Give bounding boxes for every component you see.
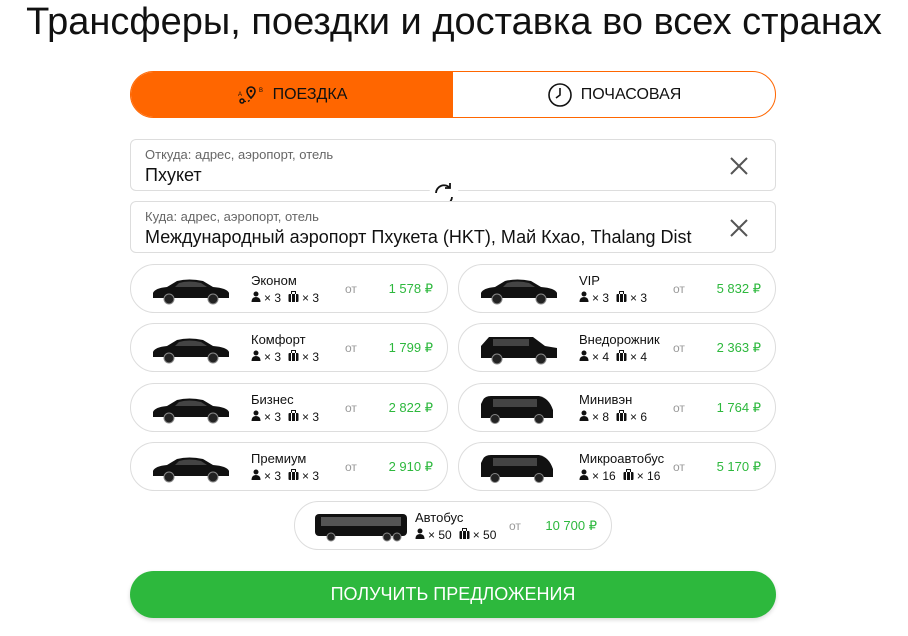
passenger-count: × 3 xyxy=(264,291,282,305)
price-from-label: от xyxy=(345,341,357,355)
tab-hourly-label: ПОЧАСОВАЯ xyxy=(580,85,682,103)
vehicle-name: VIP xyxy=(579,273,600,288)
page-title: Трансферы, поездки и доставка во всех ст… xyxy=(26,1,882,43)
luggage-icon xyxy=(288,291,299,305)
vehicle-option[interactable]: Премиум × 3 × 3 от 2 910 ₽ xyxy=(130,442,448,491)
luggage-count: × 3 xyxy=(302,469,320,483)
svg-text:A: A xyxy=(238,92,242,98)
vehicle-capacity: × 8 × 6 xyxy=(579,410,647,424)
luggage-count: × 6 xyxy=(630,410,648,424)
passenger-icon xyxy=(415,528,425,542)
passenger-icon xyxy=(579,350,589,364)
vehicle-price: 2 910 ₽ xyxy=(388,459,433,474)
passenger-icon xyxy=(579,469,589,483)
luggage-count: × 16 xyxy=(636,469,661,483)
vehicle-capacity: × 3 × 3 xyxy=(579,291,647,305)
tab-trip-label: ПОЕЗДКА xyxy=(272,85,348,103)
luggage-icon xyxy=(616,350,627,364)
vehicle-option[interactable]: Эконом × 3 × 3 от 1 578 ₽ xyxy=(130,264,448,313)
tab-hourly[interactable]: ПОЧАСОВАЯ xyxy=(453,72,775,117)
passenger-icon xyxy=(251,410,261,424)
clock-icon xyxy=(547,82,573,108)
vehicle-capacity: × 3 × 3 xyxy=(251,350,319,364)
price-from-label: от xyxy=(673,460,685,474)
passenger-count: × 3 xyxy=(264,469,282,483)
clear-from-icon[interactable] xyxy=(727,154,751,178)
vehicle-option[interactable]: VIP × 3 × 3 от 5 832 ₽ xyxy=(458,264,776,313)
vehicle-name: Комфорт xyxy=(251,332,306,347)
vehicle-name: Премиум xyxy=(251,451,307,466)
luggage-count: × 3 xyxy=(302,410,320,424)
svg-text:B: B xyxy=(259,88,263,94)
vehicle-name: Микроавтобус xyxy=(579,451,665,466)
luggage-icon xyxy=(288,469,299,483)
passenger-icon xyxy=(251,350,261,364)
price-from-label: от xyxy=(673,282,685,296)
vehicle-option[interactable]: Автобус × 50 × 50 от 10 700 ₽ xyxy=(294,501,612,550)
passenger-icon xyxy=(579,291,589,305)
vehicle-capacity: × 16 × 16 xyxy=(579,469,660,483)
vehicle-name: Минивэн xyxy=(579,392,633,407)
luggage-icon xyxy=(288,410,299,424)
passenger-count: × 8 xyxy=(592,410,610,424)
luggage-icon xyxy=(616,291,627,305)
vehicle-capacity: × 3 × 3 xyxy=(251,291,319,305)
passenger-count: × 3 xyxy=(592,291,610,305)
passenger-icon xyxy=(579,410,589,424)
passenger-count: × 3 xyxy=(264,410,282,424)
luggage-count: × 3 xyxy=(630,291,648,305)
luggage-icon xyxy=(623,469,634,483)
vehicle-name: Внедорожник xyxy=(579,332,660,347)
luggage-count: × 3 xyxy=(302,350,320,364)
price-from-label: от xyxy=(673,341,685,355)
vehicle-option[interactable]: Микроавтобус × 16 × 16 от 5 170 ₽ xyxy=(458,442,776,491)
to-input[interactable] xyxy=(145,225,715,249)
luggage-icon xyxy=(459,528,470,542)
passenger-icon xyxy=(251,469,261,483)
vehicle-capacity: × 3 × 3 xyxy=(251,410,319,424)
passenger-icon xyxy=(251,291,261,305)
price-from-label: от xyxy=(345,282,357,296)
vehicle-option[interactable]: Внедорожник × 4 × 4 от 2 363 ₽ xyxy=(458,323,776,372)
vehicle-capacity: × 4 × 4 xyxy=(579,350,647,364)
vehicle-name: Автобус xyxy=(415,510,464,525)
vehicle-price: 5 170 ₽ xyxy=(716,459,761,474)
to-label: Куда: адрес, аэропорт, отель xyxy=(145,209,319,224)
vehicle-price: 5 832 ₽ xyxy=(716,281,761,296)
luggage-count: × 3 xyxy=(302,291,320,305)
to-field[interactable]: Куда: адрес, аэропорт, отель xyxy=(130,201,776,253)
route-icon: AB xyxy=(237,84,265,106)
passenger-count: × 3 xyxy=(264,350,282,364)
vehicle-option[interactable]: Минивэн × 8 × 6 от 1 764 ₽ xyxy=(458,383,776,432)
passenger-count: × 16 xyxy=(592,469,616,483)
tab-trip[interactable]: AB ПОЕЗДКА xyxy=(131,72,453,117)
luggage-count: × 4 xyxy=(630,350,648,364)
vehicle-price: 2 363 ₽ xyxy=(716,340,761,355)
price-from-label: от xyxy=(509,519,521,533)
price-from-label: от xyxy=(345,401,357,415)
vehicle-price: 1 764 ₽ xyxy=(716,400,761,415)
passenger-count: × 50 xyxy=(428,528,452,542)
get-offers-button[interactable]: ПОЛУЧИТЬ ПРЕДЛОЖЕНИЯ xyxy=(130,571,776,618)
luggage-icon xyxy=(616,410,627,424)
passenger-count: × 4 xyxy=(592,350,610,364)
luggage-icon xyxy=(288,350,299,364)
vehicle-name: Эконом xyxy=(251,273,297,288)
vehicle-name: Бизнес xyxy=(251,392,294,407)
price-from-label: от xyxy=(673,401,685,415)
vehicle-capacity: × 3 × 3 xyxy=(251,469,319,483)
vehicle-price: 10 700 ₽ xyxy=(545,518,597,533)
trip-type-tabs: AB ПОЕЗДКА ПОЧАСОВАЯ xyxy=(130,71,776,118)
vehicle-price: 1 578 ₽ xyxy=(388,281,433,296)
vehicle-price: 2 822 ₽ xyxy=(388,400,433,415)
vehicle-capacity: × 50 × 50 xyxy=(415,528,496,542)
price-from-label: от xyxy=(345,460,357,474)
vehicle-option[interactable]: Бизнес × 3 × 3 от 2 822 ₽ xyxy=(130,383,448,432)
vehicle-price: 1 799 ₽ xyxy=(388,340,433,355)
vehicle-option[interactable]: Комфорт × 3 × 3 от 1 799 ₽ xyxy=(130,323,448,372)
luggage-count: × 50 xyxy=(472,528,497,542)
from-label: Откуда: адрес, аэропорт, отель xyxy=(145,147,334,162)
clear-to-icon[interactable] xyxy=(727,216,751,240)
